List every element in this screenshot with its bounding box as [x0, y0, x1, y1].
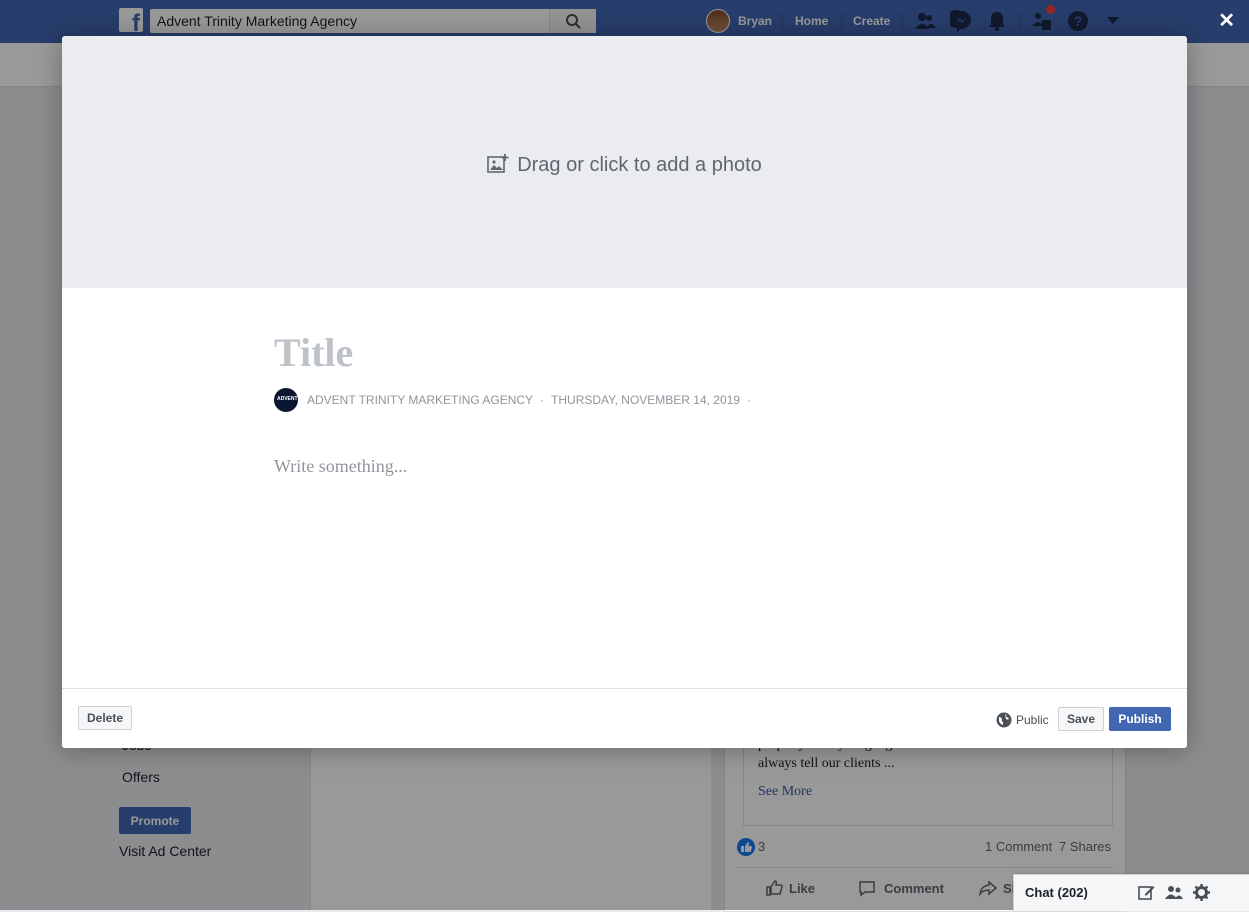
new-message-icon[interactable]: [1138, 884, 1155, 901]
author-name[interactable]: ADVENT TRINITY MARKETING AGENCY: [307, 393, 533, 407]
dialog-footer: Delete Public Save Publish: [62, 688, 1187, 748]
add-photo-label: Drag or click to add a photo: [517, 154, 762, 176]
note-editor-dialog: Drag or click to add a photo Title ADVEN…: [62, 36, 1187, 748]
separator: ·: [747, 393, 752, 407]
add-photo-prompt: Drag or click to add a photo: [62, 154, 1187, 177]
privacy-label: Public: [1016, 713, 1049, 727]
note-title-input[interactable]: Title: [274, 329, 353, 376]
page-avatar[interactable]: ADVENT: [274, 388, 298, 412]
separator: ·: [540, 393, 545, 407]
note-byline: ADVENT ADVENT TRINITY MARKETING AGENCY ·…: [274, 388, 758, 412]
chat-label: Chat (202): [1025, 885, 1088, 900]
add-photo-icon: [487, 154, 509, 173]
publish-button[interactable]: Publish: [1109, 707, 1171, 731]
add-photo-dropzone[interactable]: Drag or click to add a photo: [62, 36, 1187, 288]
privacy-selector[interactable]: Public: [996, 710, 1049, 730]
chat-bar[interactable]: Chat (202): [1013, 874, 1249, 911]
note-date: THURSDAY, NOVEMBER 14, 2019: [551, 393, 741, 407]
note-body-input[interactable]: Write something...: [274, 456, 407, 477]
close-modal-button[interactable]: ✕: [1218, 8, 1235, 33]
settings-gear-icon[interactable]: [1193, 884, 1210, 901]
globe-icon: [996, 712, 1012, 728]
create-group-icon[interactable]: [1165, 884, 1183, 901]
save-button[interactable]: Save: [1058, 707, 1105, 731]
delete-button[interactable]: Delete: [78, 706, 133, 730]
